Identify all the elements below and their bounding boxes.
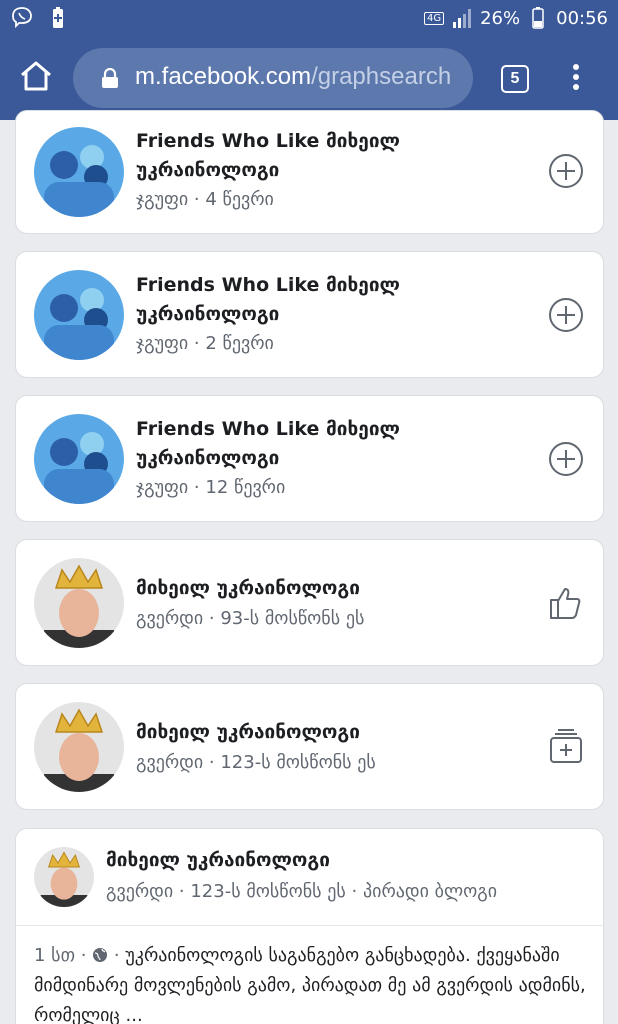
result-title[interactable]: მიხეილ უკრაინოლოგი	[136, 718, 536, 747]
result-title[interactable]: Friends Who Like მიხეილ უკრაინოლოგი	[136, 415, 536, 473]
url-path: /graphsearch	[311, 63, 452, 90]
battery-percent: 26%	[480, 7, 521, 29]
search-result-card[interactable]: Friends Who Like მიხეილ უკრაინოლოგი ჯგუფ…	[15, 110, 604, 234]
battery-saver-icon	[53, 7, 63, 28]
post-author-subtitle: გვერდი · 123-ს მოსწონს ეს · პირადი ბლოგი	[106, 881, 498, 902]
browser-toolbar: m.facebook.com/graphsearch 5	[0, 38, 618, 120]
join-plus-icon[interactable]	[547, 152, 585, 190]
result-title[interactable]: მიხეილ უკრაინოლოგი	[136, 574, 536, 603]
post-body: 1 სთ · · უკრაინოლოგის საგანგებო განცხადე…	[34, 941, 594, 1024]
page-avatar	[34, 558, 124, 648]
overflow-menu-icon[interactable]	[566, 64, 586, 94]
search-result-card[interactable]: მიხეილ უკრაინოლოგი გვერდი · 123-ს მოსწონ…	[15, 683, 604, 810]
result-subtitle: ჯგუფი · 4 წევრი	[136, 189, 274, 210]
status-bar: 4G 26% 00:56	[0, 0, 618, 38]
post-author-avatar[interactable]	[34, 847, 94, 907]
divider	[16, 925, 603, 926]
tab-switcher-button[interactable]: 5	[501, 65, 529, 93]
result-subtitle: ჯგუფი · 12 წევრი	[136, 477, 286, 498]
globe-icon	[93, 948, 108, 962]
result-subtitle: გვერდი · 123-ს მოსწონს ეს	[136, 752, 376, 773]
group-avatar	[34, 127, 124, 217]
post-card[interactable]: მიხეილ უკრაინოლოგი გვერდი · 123-ს მოსწონ…	[15, 828, 604, 1024]
post-time-separator: ·	[80, 945, 93, 966]
search-result-card[interactable]: Friends Who Like მიხეილ უკრაინოლოგი ჯგუფ…	[15, 395, 604, 522]
result-subtitle: ჯგუფი · 2 წევრი	[136, 333, 274, 354]
add-page-icon[interactable]	[547, 728, 585, 766]
url-domain: m.facebook.com	[135, 63, 312, 90]
url-text: m.facebook.com/graphsearch	[135, 63, 451, 91]
address-bar[interactable]: m.facebook.com/graphsearch	[73, 48, 473, 108]
join-plus-icon[interactable]	[547, 296, 585, 334]
signal-icon	[453, 9, 472, 28]
join-plus-icon[interactable]	[547, 440, 585, 478]
lock-icon	[102, 68, 118, 88]
result-title[interactable]: Friends Who Like მიხეილ უკრაინოლოგი	[136, 127, 536, 185]
clock: 00:56	[556, 7, 608, 29]
search-result-card[interactable]: Friends Who Like მიხეილ უკრაინოლოგი ჯგუფ…	[15, 251, 604, 378]
group-avatar	[34, 414, 124, 504]
result-title[interactable]: Friends Who Like მიხეილ უკრაინოლოგი	[136, 271, 536, 329]
post-time[interactable]: 1 სთ	[34, 945, 75, 966]
like-thumb-icon[interactable]	[547, 584, 585, 622]
search-result-card[interactable]: მიხეილ უკრაინოლოგი გვერდი · 93-ს მოსწონს…	[15, 539, 604, 666]
home-icon[interactable]	[18, 58, 54, 94]
post-meta-separator: ·	[113, 945, 126, 966]
result-subtitle: გვერდი · 93-ს მოსწონს ეს	[136, 608, 365, 629]
group-avatar	[34, 270, 124, 360]
battery-icon	[532, 7, 544, 29]
page-avatar	[34, 702, 124, 792]
post-author-name[interactable]: მიხეილ უკრაინოლოგი	[106, 849, 330, 871]
network-type: 4G	[423, 11, 445, 25]
viber-icon	[12, 7, 32, 29]
